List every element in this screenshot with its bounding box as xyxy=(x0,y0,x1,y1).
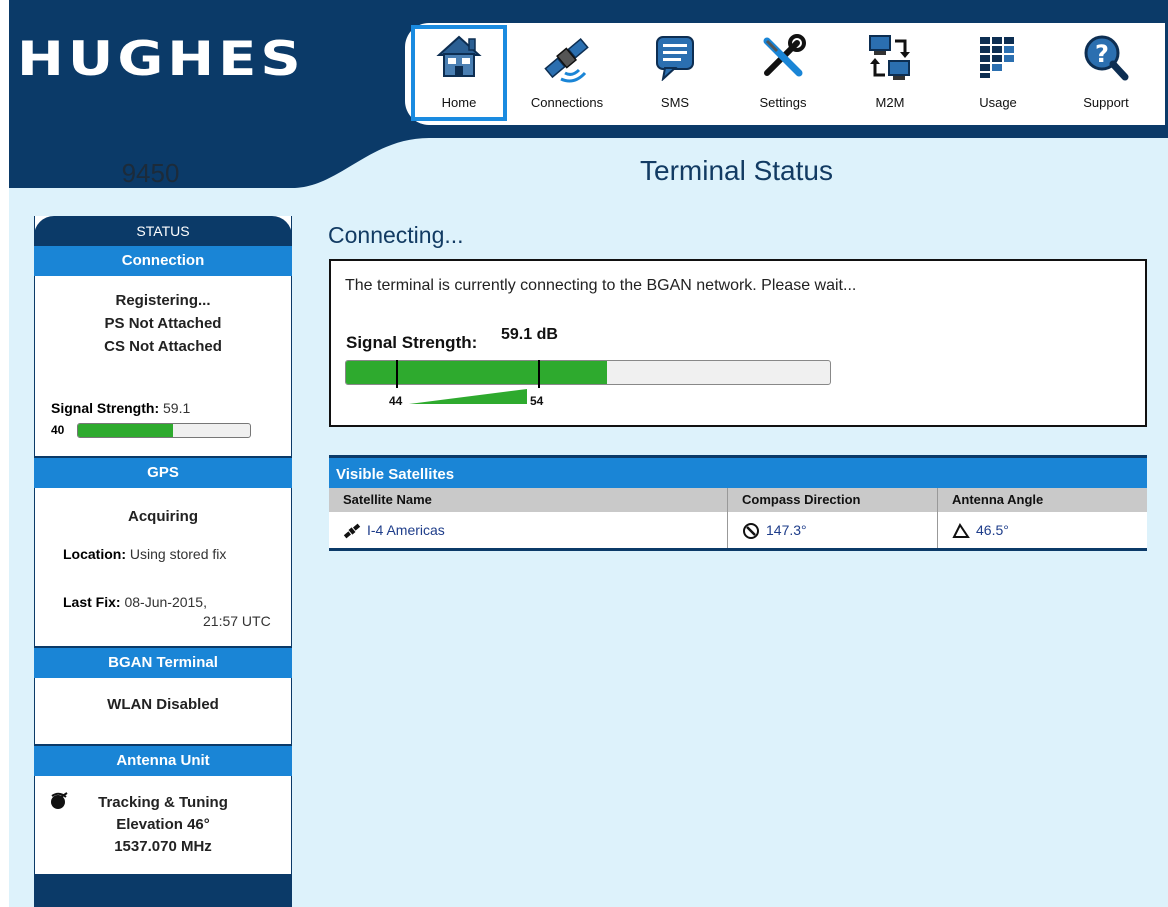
page-background: HUGHES Home Connections SMS Settings M2M… xyxy=(9,0,1168,907)
signal-strength-bar xyxy=(345,360,831,385)
ps-status: PS Not Attached xyxy=(104,315,222,332)
antenna-frequency: 1537.070 MHz xyxy=(114,838,212,855)
col-compass-direction: Compass Direction xyxy=(727,488,937,512)
nav-sms[interactable]: SMS xyxy=(627,25,723,121)
antenna-header: Antenna Unit xyxy=(34,744,292,776)
signal-tick-low-label: 44 xyxy=(389,394,403,408)
nav-connections[interactable]: Connections xyxy=(519,25,615,121)
top-nav: Home Connections SMS Settings M2M Usage … xyxy=(405,23,1165,125)
connection-state: Registering... xyxy=(115,292,211,309)
status-title: STATUS xyxy=(34,216,292,246)
signal-tick-high xyxy=(538,360,540,388)
visible-satellites-table: Visible Satellites Satellite Name Compas… xyxy=(329,455,1147,551)
signal-strength-label: Signal Strength: xyxy=(346,333,478,352)
compass-cell: 147.3° xyxy=(727,512,937,548)
gps-lastfix-label: Last Fix: xyxy=(63,594,121,610)
gps-lastfix-time: 21:57 UTC xyxy=(203,613,271,629)
sidebar-signal-label: Signal Strength: xyxy=(51,400,160,416)
connection-message: The terminal is currently connecting to … xyxy=(345,277,857,294)
sidebar-signal-fill xyxy=(78,424,173,437)
satellite-name-cell: I-4 Americas xyxy=(329,512,727,548)
connection-status-box: The terminal is currently connecting to … xyxy=(329,259,1147,427)
connecting-heading: Connecting... xyxy=(328,222,464,248)
signal-strength-fill xyxy=(346,361,608,384)
connection-header: Connection xyxy=(34,244,292,276)
signal-tick-low xyxy=(396,360,398,388)
cs-status: CS Not Attached xyxy=(104,338,222,355)
gps-location-row: Location: Using stored fix xyxy=(63,546,226,562)
satellite-icon xyxy=(544,37,589,83)
page-title: Terminal Status xyxy=(640,155,833,186)
sms-icon xyxy=(656,36,694,81)
col-antenna-angle: Antenna Angle xyxy=(937,488,1147,512)
signal-range-wedge xyxy=(409,389,527,404)
nav-support[interactable]: ? Support xyxy=(1058,25,1154,121)
wlan-status: WLAN Disabled xyxy=(107,696,219,713)
compass-value: 147.3° xyxy=(766,522,807,538)
signal-strength-value: 59.1 dB xyxy=(501,326,558,343)
nav-sms-label: SMS xyxy=(660,95,690,110)
nav-home-label: Home xyxy=(441,95,477,110)
sidebar-footer xyxy=(34,874,292,907)
nav-home[interactable]: Home xyxy=(411,25,507,121)
hughes-logo[interactable]: HUGHES xyxy=(17,34,305,85)
status-sidebar: STATUS Connection Registering... PS Not … xyxy=(34,216,292,907)
compass-icon xyxy=(743,523,759,540)
col-satellite-name: Satellite Name xyxy=(343,492,432,507)
angle-value: 46.5° xyxy=(976,522,1009,538)
table-row[interactable]: I-4 Americas 147.3° 46.5° xyxy=(329,512,1147,548)
gps-location-value: Using stored fix xyxy=(129,546,227,562)
terminal-model: 9450 xyxy=(121,158,180,188)
antenna-elevation: Elevation 46° xyxy=(116,816,210,833)
nav-usage[interactable]: Usage xyxy=(950,25,1046,121)
angle-cell: 46.5° xyxy=(937,512,1147,548)
bgan-header: BGAN Terminal xyxy=(34,646,292,678)
signal-tick-high-label: 54 xyxy=(530,394,544,408)
satellite-name: I-4 Americas xyxy=(367,522,445,538)
nav-m2m[interactable]: M2M xyxy=(842,25,938,121)
nav-settings[interactable]: Settings xyxy=(735,25,831,121)
m2m-computers-icon xyxy=(869,35,910,80)
sidebar-signal-min: 40 xyxy=(51,423,65,437)
gps-lastfix-row: Last Fix: 08-Jun-2015, xyxy=(63,594,207,610)
svg-text:?: ? xyxy=(1095,40,1109,68)
usage-grid-icon xyxy=(980,37,1014,78)
gps-lastfix-date: 08-Jun-2015, xyxy=(124,594,207,610)
support-magnifier-icon: ? xyxy=(1084,35,1129,81)
nav-settings-label: Settings xyxy=(759,95,807,110)
gps-state: Acquiring xyxy=(128,508,198,525)
nav-support-label: Support xyxy=(1083,95,1129,110)
satellites-header-row: Satellite Name Compass Direction Antenna… xyxy=(329,488,1147,512)
satellite-small-icon xyxy=(343,523,361,539)
gps-header: GPS xyxy=(34,456,292,488)
nav-m2m-label: M2M xyxy=(875,95,905,110)
nav-connections-label: Connections xyxy=(530,95,604,110)
satellites-title: Visible Satellites xyxy=(329,455,1147,488)
nav-usage-label: Usage xyxy=(979,95,1017,110)
wrench-screwdriver-icon xyxy=(763,34,806,77)
sidebar-signal-value: 59.1 xyxy=(163,400,191,416)
gps-location-label: Location: xyxy=(63,546,126,562)
antenna-tracking: Tracking & Tuning xyxy=(98,794,228,811)
antenna-angle-icon xyxy=(952,523,970,539)
sidebar-signal-row: Signal Strength: 59.1 xyxy=(51,400,190,416)
home-icon xyxy=(436,35,482,77)
sidebar-signal-bar xyxy=(77,423,251,438)
